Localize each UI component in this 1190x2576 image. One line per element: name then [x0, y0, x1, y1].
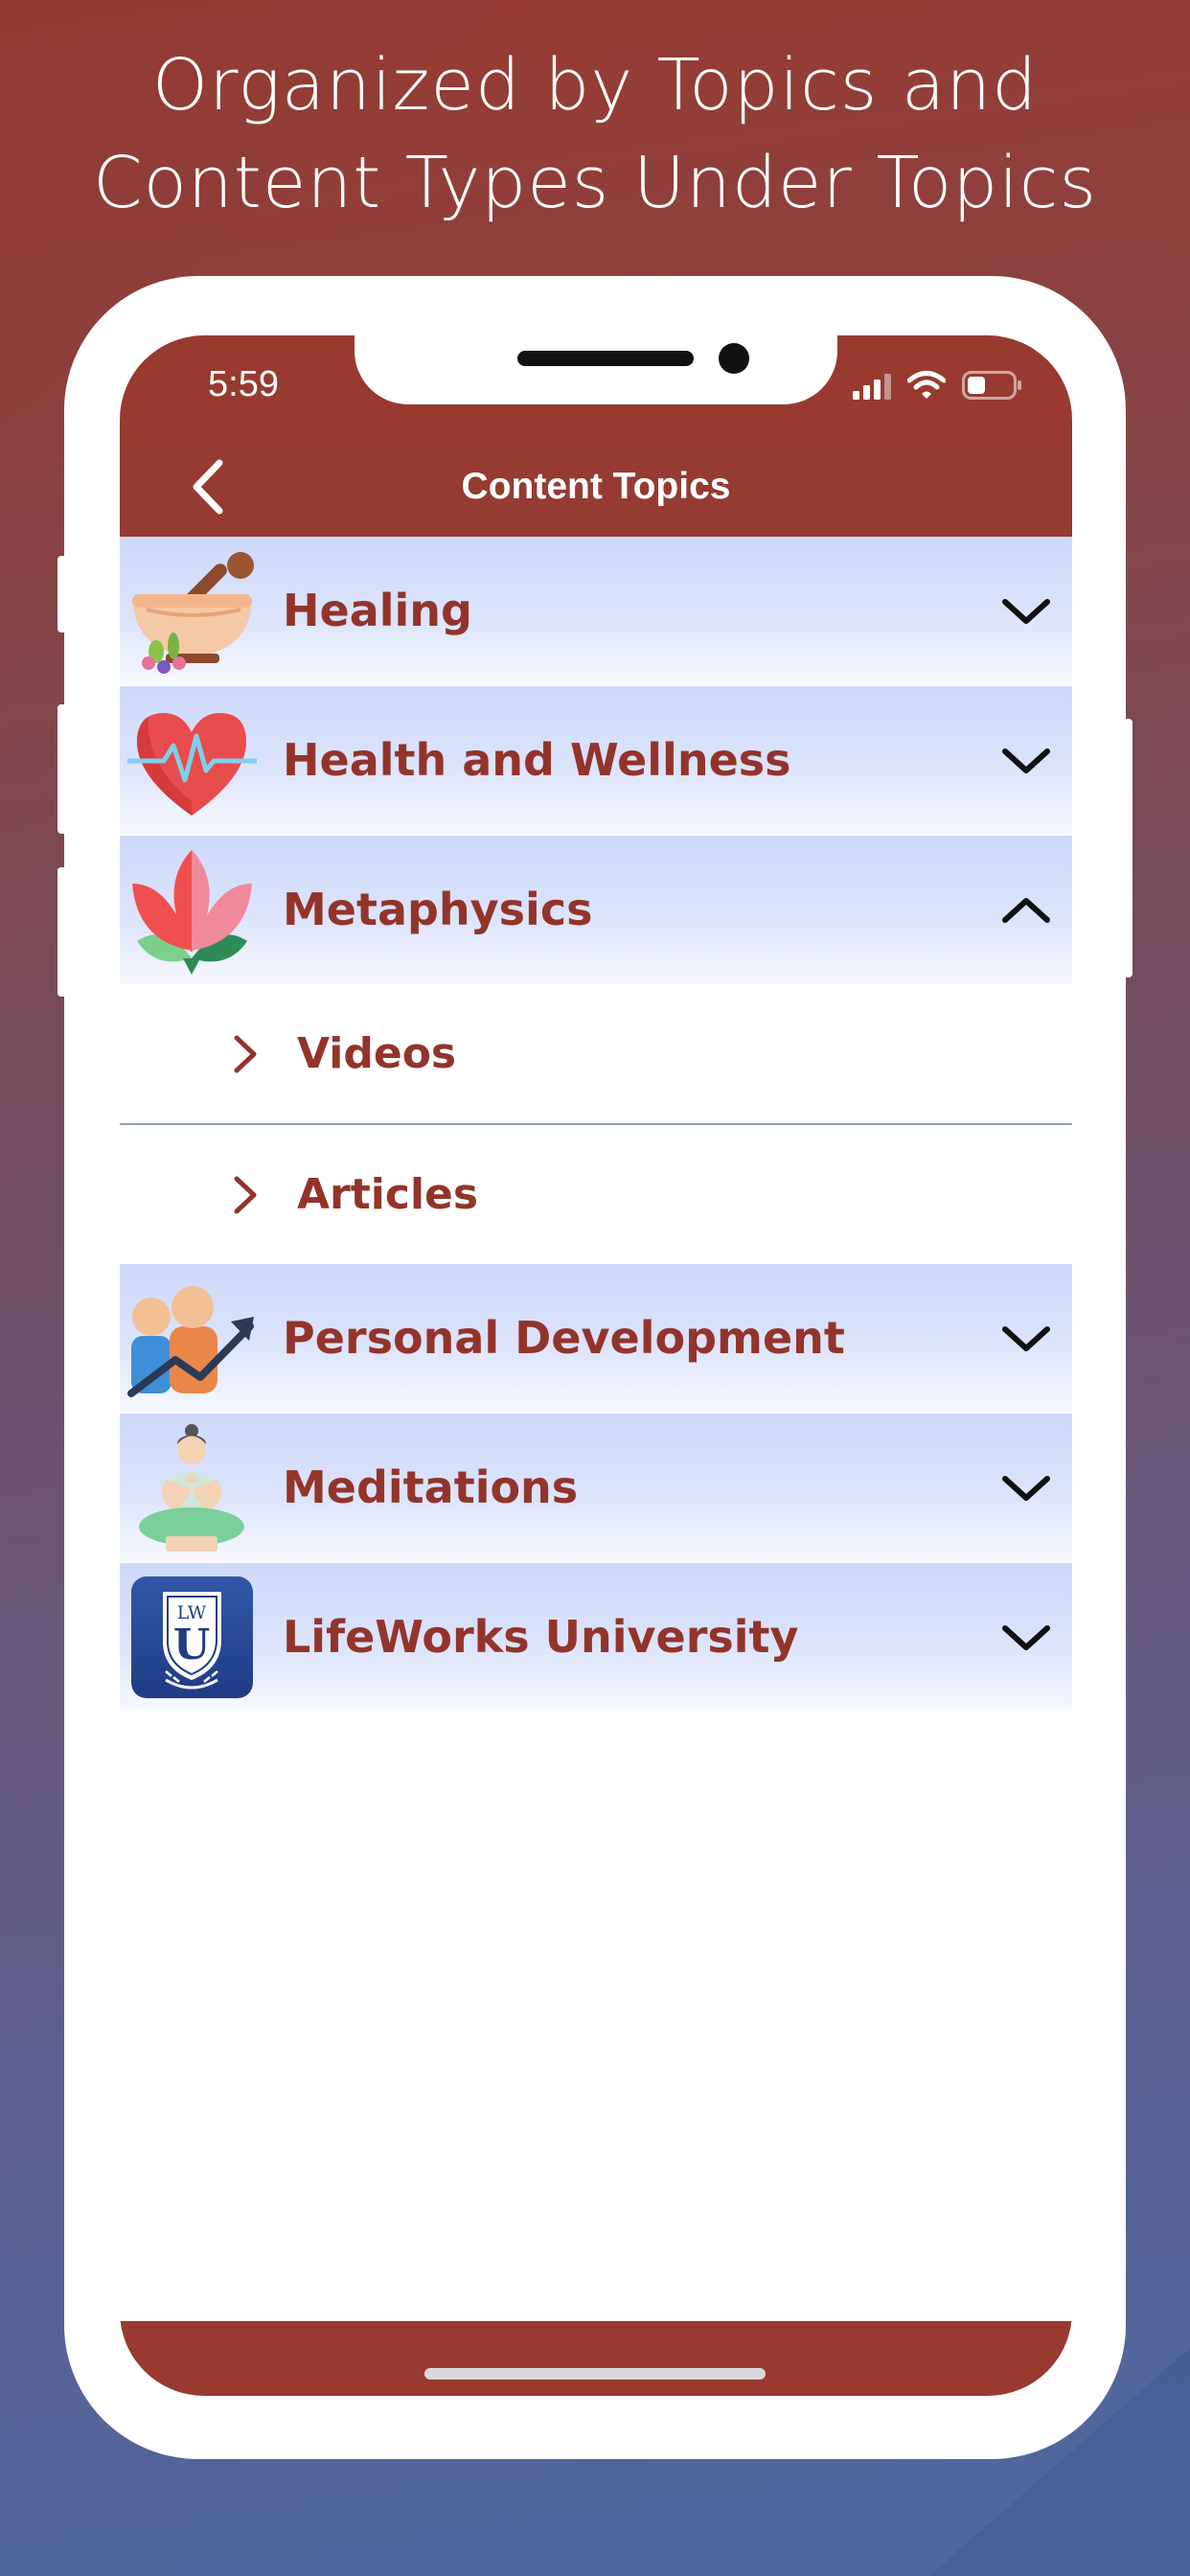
topic-row-healing[interactable]: Healing	[120, 537, 1072, 685]
phone-side-button-volume-down	[57, 867, 67, 997]
wifi-icon	[907, 371, 946, 399]
topic-row-metaphysics[interactable]: Metaphysics	[120, 836, 1072, 984]
headline-line-1: Organized by Topics and	[151, 44, 1039, 126]
status-time: 5:59	[208, 364, 279, 404]
chevron-down-icon[interactable]	[999, 1318, 1053, 1360]
phone-side-button-mute	[57, 556, 67, 632]
bottom-bar	[120, 2321, 1072, 2396]
phone-side-button-power	[1123, 719, 1133, 978]
headline-line-2: Content Types Under Topics	[92, 142, 1098, 224]
battery-icon	[962, 371, 1021, 400]
meditation-person-icon	[139, 1424, 244, 1552]
svg-text:U: U	[173, 1621, 210, 1669]
topic-row-health-and-wellness[interactable]: Health and Wellness	[120, 686, 1072, 835]
topic-label: Metaphysics	[283, 884, 593, 935]
signal-icon	[853, 374, 891, 400]
topic-label: Personal Development	[283, 1312, 845, 1364]
topic-label: LifeWorks University	[283, 1611, 799, 1663]
phone-camera	[719, 343, 749, 374]
topic-row-personal-development[interactable]: Personal Development	[120, 1264, 1072, 1413]
phone-screen: 5:59 Content Topics Healing Health and W…	[120, 335, 1072, 2396]
heart-pulse-icon	[127, 713, 257, 816]
topic-label: Health and Wellness	[283, 734, 791, 786]
nav-title: Content Topics	[461, 466, 731, 507]
nav-bar: Content Topics	[120, 437, 1072, 537]
chevron-down-icon[interactable]	[999, 590, 1053, 632]
content-type-label: Videos	[297, 1029, 457, 1078]
content-type-label: Articles	[297, 1170, 479, 1219]
chevron-down-icon[interactable]	[999, 1617, 1053, 1659]
phone-speaker	[517, 351, 694, 366]
content-type-videos[interactable]: Videos	[120, 984, 1072, 1123]
marketing-headline: Organized by Topics and Content Types Un…	[0, 36, 1190, 232]
lwu-logo-icon: LW U	[131, 1576, 253, 1698]
topic-label: Meditations	[283, 1461, 579, 1513]
content-type-articles[interactable]: Articles	[120, 1125, 1072, 1264]
home-indicator[interactable]	[424, 2368, 766, 2380]
lotus-icon	[132, 850, 252, 975]
phone-side-button-volume-up	[57, 704, 67, 834]
mortar-pestle-icon	[132, 552, 254, 674]
topic-row-lifeworks-university[interactable]: LW U LifeWorks University	[120, 1563, 1072, 1712]
topic-row-meditations[interactable]: Meditations	[120, 1414, 1072, 1562]
people-growth-icon	[127, 1286, 254, 1397]
back-button[interactable]	[179, 458, 237, 516]
phone-notch	[355, 335, 837, 404]
chevron-left-icon	[193, 459, 223, 515]
chevron-down-icon[interactable]	[999, 740, 1053, 782]
chevron-up-icon[interactable]	[999, 889, 1053, 932]
chevron-down-icon[interactable]	[999, 1467, 1053, 1509]
topic-label: Healing	[283, 585, 472, 636]
chevron-right-icon	[234, 1035, 257, 1073]
chevron-right-icon	[234, 1176, 257, 1214]
